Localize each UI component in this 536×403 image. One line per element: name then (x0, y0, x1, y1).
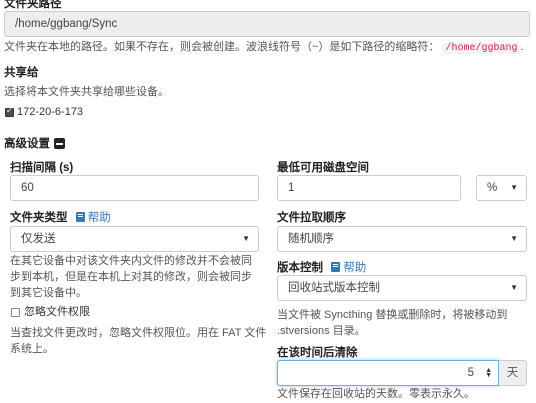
folder-path-help-text: 文件夹在本地的路径。如果不存在，则会被创建。波浪线符号（~）是如下路径的缩略符： (4, 41, 440, 53)
folder-type-label: 文件夹类型 (10, 212, 68, 224)
book-icon (75, 212, 85, 222)
cleanout-days-input[interactable]: 5 ▲ ▼ (277, 360, 499, 386)
rescan-interval-label: 扫描间隔 (s) (10, 162, 74, 174)
versioning-value: 回收站式版本控制 (288, 282, 380, 294)
folder-path-help: 文件夹在本地的路径。如果不存在，则会被创建。波浪线符号（~）是如下路径的缩略符：… (4, 39, 524, 57)
min-disk-unit-value: % (487, 182, 498, 194)
home-path-code: /home/ggbang (442, 43, 521, 54)
chevron-down-icon: ▼ (510, 183, 518, 192)
pull-order-value: 随机顺序 (288, 233, 334, 245)
versioning-help: 当文件被 Syncthing 替换或删除时，将被移动到 .stversions … (277, 309, 508, 337)
min-disk-label: 最低可用磁盘空间 (277, 162, 369, 174)
chevron-down-icon: ▼ (510, 283, 518, 292)
versioning-label-row: 版本控制 帮助 (277, 259, 366, 275)
versioning-help-text: 帮助 (343, 262, 367, 274)
ignore-perms-checkbox[interactable] (11, 308, 20, 317)
rescan-interval-input[interactable]: 60 (10, 175, 259, 201)
ignore-perms-help: 当查找文件更改时，忽略文件权限位。用在 FAT 文件系统上。 (10, 327, 267, 355)
minus-square-icon[interactable] (54, 138, 65, 149)
device-checkbox[interactable] (5, 106, 14, 117)
device-name: 172-20-6-173 (17, 106, 84, 118)
min-disk-input[interactable]: 1 (277, 175, 461, 201)
cleanout-days-value: 5 (467, 367, 474, 379)
folder-type-help: 在其它设备中对该文件夹内文件的修改并不会被同步到本机，但是在本机上对其的修改，则… (10, 255, 252, 299)
folder-path-input[interactable]: /home/ggbang/Sync (4, 11, 530, 37)
folder-path-help-end: . (520, 41, 524, 53)
versioning-label: 版本控制 (277, 262, 323, 274)
folder-path-label: 文件夹路径 (4, 0, 62, 10)
pull-order-label: 文件拉取顺序 (277, 212, 346, 224)
pull-order-select[interactable]: 随机顺序 ▼ (277, 226, 527, 252)
folder-type-help-text: 帮助 (87, 212, 111, 224)
cleanout-label: 在该时间后清除 (277, 347, 358, 359)
versioning-select[interactable]: 回收站式版本控制 ▼ (277, 275, 527, 301)
cleanout-unit-addon: 天 (499, 360, 527, 386)
folder-type-value: 仅发送 (21, 233, 56, 245)
share-help: 选择将本文件夹共享给哪些设备。 (4, 86, 169, 98)
min-disk-unit-select[interactable]: % ▼ (476, 175, 527, 201)
folder-type-select[interactable]: 仅发送 ▼ (10, 226, 259, 252)
book-icon (331, 262, 341, 272)
chevron-down-icon: ▼ (510, 234, 518, 243)
share-label: 共享给 (4, 67, 39, 79)
advanced-settings-label: 高级设置 (4, 138, 50, 150)
spinner-arrows-icon[interactable]: ▲ ▼ (485, 367, 492, 379)
chevron-down-icon: ▼ (242, 234, 250, 243)
versioning-help-link[interactable]: 帮助 (331, 262, 366, 274)
advanced-settings-toggle[interactable]: 高级设置 (4, 135, 65, 151)
folder-type-help-link[interactable]: 帮助 (75, 212, 111, 224)
folder-type-label-row: 文件夹类型 帮助 (10, 209, 111, 225)
cleanout-help: 文件保存在回收站的天数。零表示永久。 (277, 388, 475, 400)
ignore-perms-label: 忽略文件权限 (24, 306, 90, 318)
